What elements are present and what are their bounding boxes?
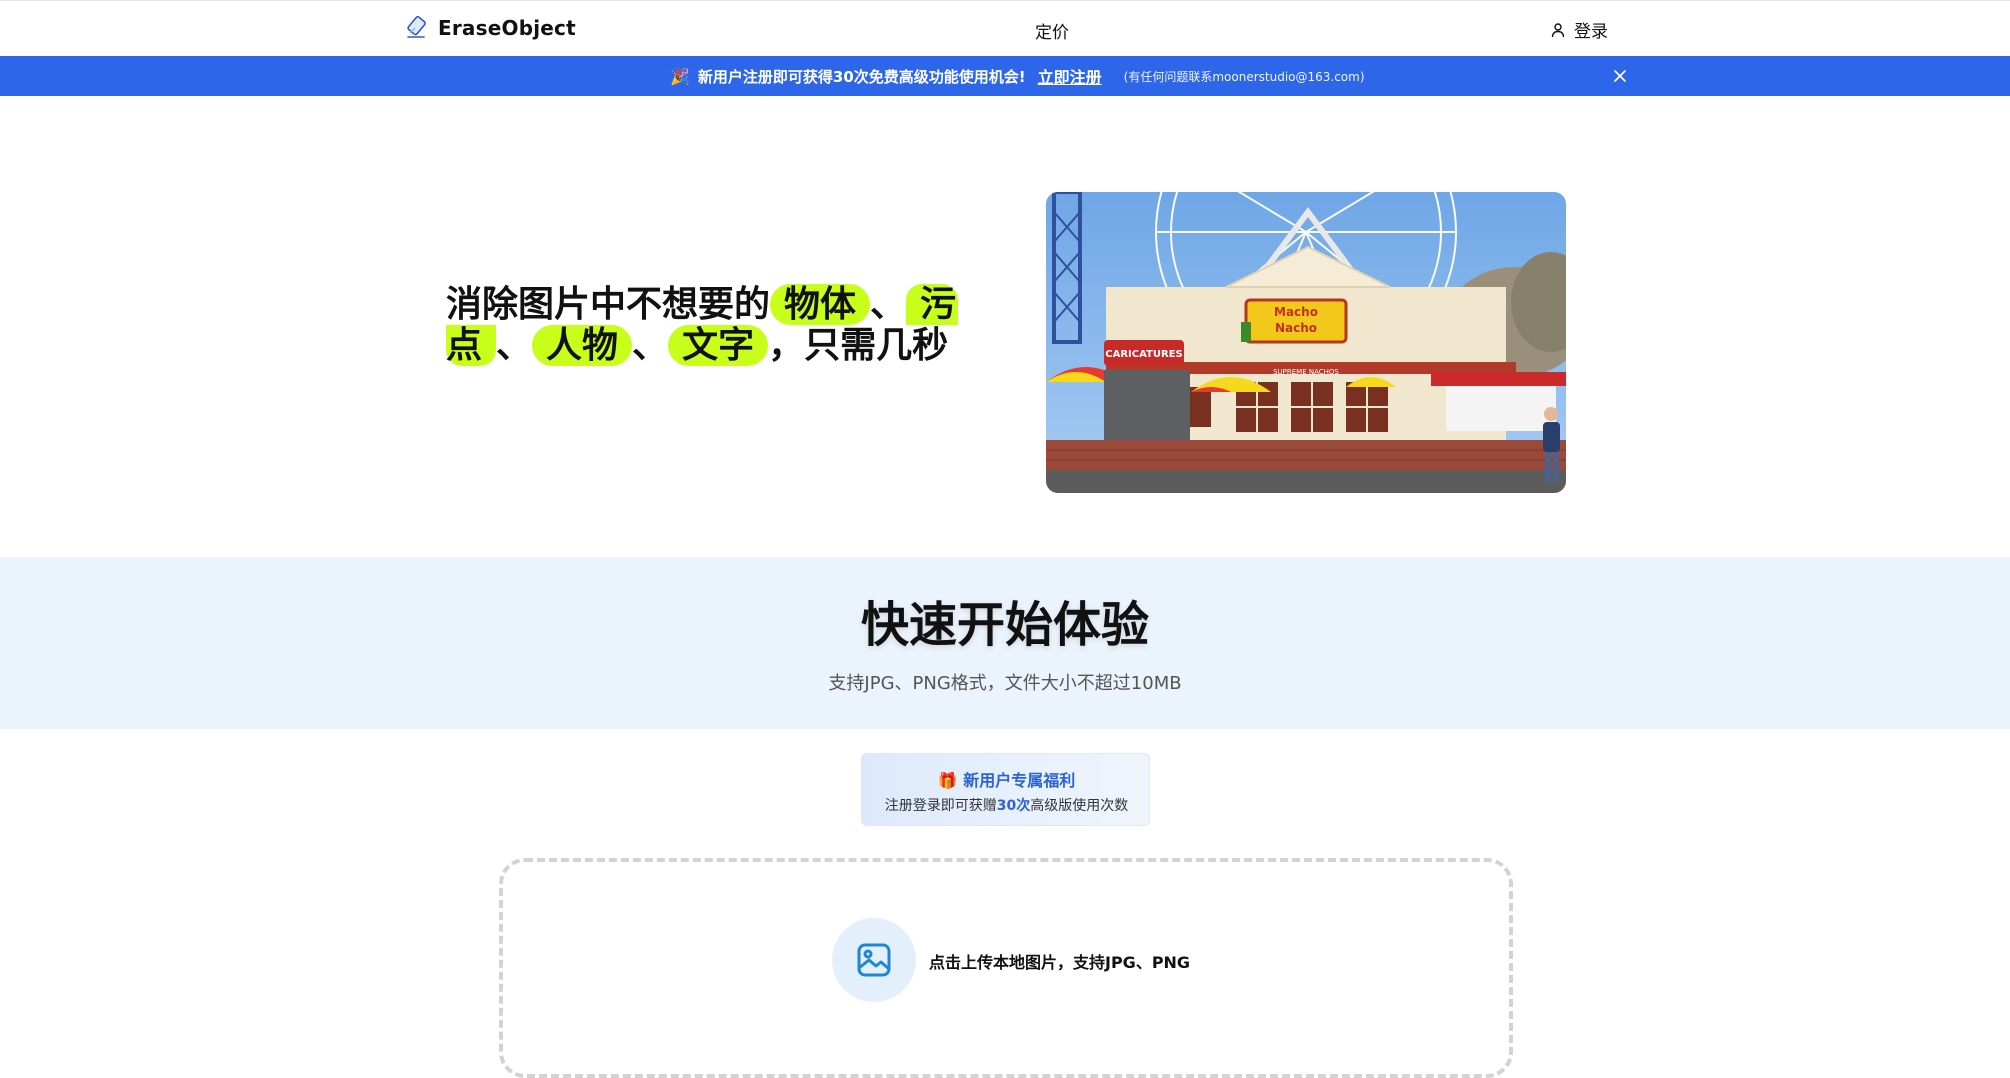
user-icon bbox=[1551, 22, 1565, 37]
highlight-stain-part2: 点 bbox=[446, 325, 497, 366]
svg-text:Nacho: Nacho bbox=[1275, 321, 1317, 335]
highlight-text: 文字 bbox=[668, 325, 769, 366]
login-label: 登录 bbox=[1574, 22, 1608, 42]
separator: 、 bbox=[496, 325, 533, 366]
highlight-person: 人物 bbox=[532, 325, 633, 366]
close-icon[interactable] bbox=[1610, 66, 1630, 86]
upload-icon-circle[interactable] bbox=[832, 918, 916, 1002]
party-popper-icon: 🎉 bbox=[670, 66, 690, 86]
quick-start-title: 快速开始体验 bbox=[860, 597, 1149, 653]
login-button[interactable]: 登录 bbox=[1550, 17, 1608, 42]
sign-macho-nacho: Macho bbox=[1274, 305, 1318, 319]
highlight-stain-part1: 污 bbox=[906, 284, 959, 325]
nav-pricing-link[interactable]: 定价 bbox=[1035, 18, 1069, 43]
image-icon bbox=[857, 943, 891, 977]
benefit-desc-post: 高级版使用次数 bbox=[1030, 798, 1129, 814]
hero-title: 消除图片中不想要的 物体、污点、人物、文字 ，只需几秒 bbox=[446, 284, 966, 366]
banner-text: 新用户注册即可获得30次免费高级功能使用机会! bbox=[697, 67, 1026, 86]
banner-contact: (有任何问题联系moonerstudio@163.com) bbox=[1123, 69, 1365, 84]
quick-start-section: 快速开始体验 支持JPG、PNG格式，文件大小不超过10MB bbox=[0, 557, 2010, 729]
benefit-title: 🎁 新用户专属福利 bbox=[862, 767, 1151, 791]
top-nav: EraseObject 定价 登录 bbox=[0, 0, 2010, 56]
sign-caricatures: CARICATURES bbox=[1105, 349, 1182, 360]
benefit-description: 注册登录即可获赠30次高级版使用次数 bbox=[862, 795, 1151, 815]
hero-title-text: 消除图片中不想要的 bbox=[446, 284, 771, 325]
register-now-link[interactable]: 立即注册 bbox=[1038, 64, 1102, 88]
promo-banner: 🎉 新用户注册即可获得30次免费高级功能使用机会! 立即注册 (有任何问题联系m… bbox=[0, 56, 2010, 96]
benefit-desc-pre: 注册登录即可获赠 bbox=[884, 798, 997, 814]
benefit-desc-highlight: 30次 bbox=[996, 798, 1031, 814]
hero-title-end: ，只需几秒 bbox=[768, 325, 949, 366]
brand-name: EraseObject bbox=[438, 16, 576, 40]
gift-icon: 🎁 bbox=[937, 771, 958, 790]
separator: 、 bbox=[632, 325, 669, 366]
benefit-title-text: 新用户专属福利 bbox=[963, 771, 1076, 790]
separator: 、 bbox=[870, 284, 907, 325]
hero-example-image: Macho Nacho SUPREME NACHOS CARICATURES bbox=[1046, 192, 1566, 493]
quick-start-subtitle: 支持JPG、PNG格式，文件大小不超过10MB bbox=[828, 673, 1182, 694]
brand-logo[interactable]: EraseObject bbox=[404, 15, 576, 41]
sign-supreme-nachos: SUPREME NACHOS bbox=[1273, 368, 1339, 376]
highlight-object: 物体 bbox=[770, 284, 871, 325]
new-user-benefit-card: 🎁 新用户专属福利 注册登录即可获赠30次高级版使用次数 bbox=[861, 753, 1150, 826]
upload-instruction[interactable]: 点击上传本地图片，支持JPG、PNG bbox=[929, 949, 1190, 973]
eraser-logo-icon bbox=[407, 16, 426, 38]
